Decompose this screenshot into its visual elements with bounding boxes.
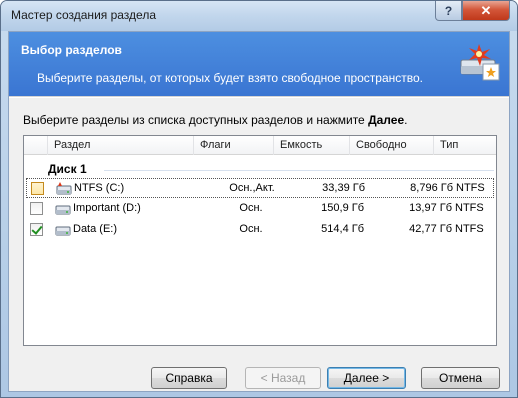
instruction-text: Выберите разделы из списка доступных раз… — [23, 113, 407, 127]
title-bar[interactable]: Мастер создания раздела ? ✕ — [1, 1, 517, 31]
partition-flags: Осн.,Акт. — [229, 182, 275, 194]
partition-checkbox[interactable] — [31, 182, 44, 195]
help-button[interactable]: Справка — [151, 367, 227, 389]
partition-type: NTFS — [456, 182, 485, 194]
partition-row[interactable]: Data (E:) Осн. 514,4 Гб 42,77 Гб NTFS — [26, 220, 494, 240]
list-header: Раздел Флаги Емкость Свободно Тип — [24, 136, 496, 155]
partition-name: NTFS (C:) — [74, 182, 125, 194]
column-header-partition[interactable]: Раздел — [48, 136, 194, 155]
partition-wizard-icon — [460, 44, 500, 81]
partition-flags: Осн. — [239, 202, 263, 214]
partition-capacity: 150,9 Гб — [321, 202, 364, 214]
group-divider — [104, 170, 494, 171]
instruction-emphasis: Далее — [368, 113, 405, 127]
partition-capacity: 514,4 Гб — [321, 223, 364, 235]
instruction-end: . — [404, 113, 408, 127]
partition-name: Data (E:) — [73, 223, 118, 235]
disk-icon — [55, 205, 71, 215]
column-header-checkbox[interactable] — [24, 136, 48, 155]
column-header-free[interactable]: Свободно — [350, 136, 434, 155]
partition-capacity: 33,39 Гб — [322, 182, 365, 194]
partition-row[interactable]: NTFS (C:) Осн.,Акт. 33,39 Гб 8,796 Гб NT… — [26, 178, 494, 198]
disk-icon — [56, 182, 72, 195]
partition-name: Important (D:) — [73, 202, 141, 214]
partition-list[interactable]: Раздел Флаги Емкость Свободно Тип Диск 1… — [23, 135, 497, 346]
header-separator — [9, 96, 509, 98]
instruction-main: Выберите разделы из списка доступных раз… — [23, 113, 369, 127]
partition-type: NTFS — [455, 223, 484, 235]
partition-free: 8,796 Гб — [410, 182, 453, 194]
close-button[interactable]: ✕ — [462, 1, 510, 21]
wizard-header: Выбор разделов Выберите разделы, от кото… — [9, 32, 509, 96]
partition-type: NTFS — [455, 202, 484, 214]
partition-checkbox[interactable] — [30, 223, 43, 236]
cancel-button[interactable]: Отмена — [421, 367, 500, 389]
partition-row[interactable]: Important (D:) Осн. 150,9 Гб 13,97 Гб NT… — [26, 199, 494, 219]
help-title-button[interactable]: ? — [435, 1, 462, 21]
column-header-capacity[interactable]: Емкость — [274, 136, 350, 155]
wizard-client-area: Выбор разделов Выберите разделы, от кото… — [8, 31, 510, 392]
wizard-window: Мастер создания раздела ? ✕ Выбор раздел… — [0, 0, 518, 398]
next-button[interactable]: Далее > — [327, 367, 406, 389]
partition-free: 42,77 Гб — [409, 223, 452, 235]
partition-free: 13,97 Гб — [409, 202, 452, 214]
column-header-flags[interactable]: Флаги — [194, 136, 274, 155]
back-button[interactable]: < Назад — [245, 367, 321, 389]
column-header-type[interactable]: Тип — [434, 136, 496, 155]
header-subtitle: Выберите разделы, от которых будет взято… — [37, 71, 424, 85]
partition-checkbox[interactable] — [30, 202, 43, 215]
window-title: Мастер создания раздела — [11, 8, 157, 22]
disk-icon — [55, 226, 71, 236]
disk-group-title: Диск 1 — [48, 162, 87, 176]
header-title: Выбор разделов — [21, 43, 122, 57]
partition-flags: Осн. — [239, 223, 263, 235]
